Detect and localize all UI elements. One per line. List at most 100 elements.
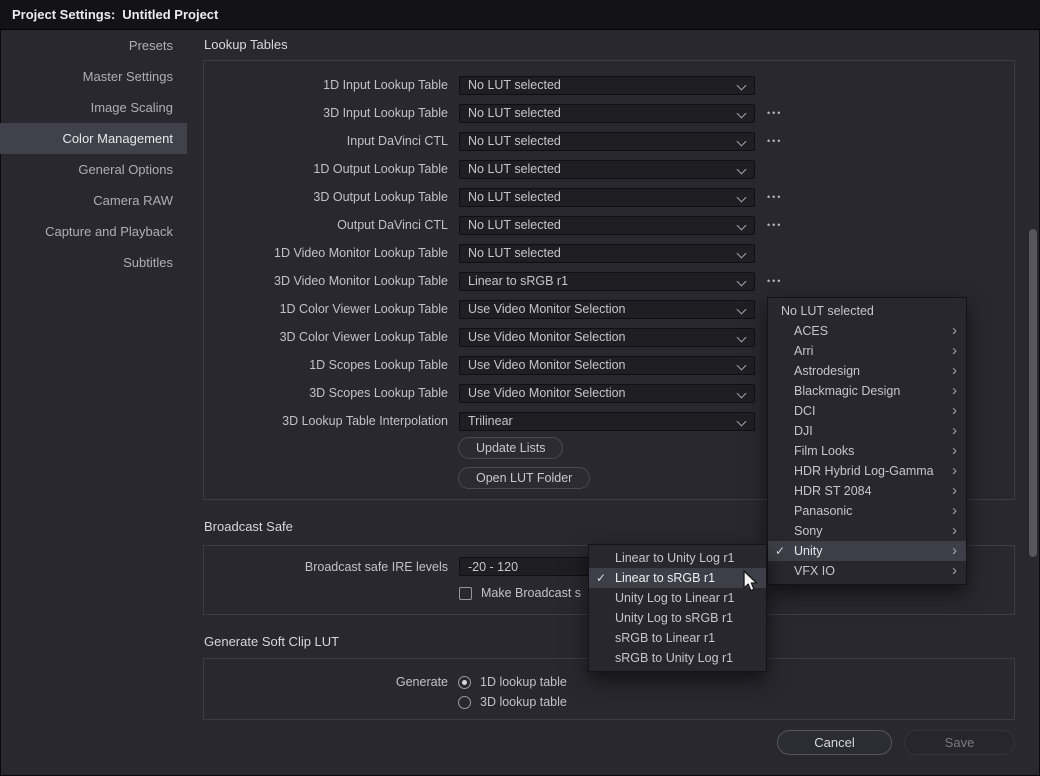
menu-item-hdr-st-2084[interactable]: HDR ST 2084 › [768,481,966,501]
dropdown-3d-video-monitor-lut[interactable]: Linear to sRGB r1 [459,272,755,291]
menu-item-unity[interactable]: ✓ Unity › [768,541,966,561]
more-options-button[interactable]: ••• [767,193,782,202]
update-lists-button[interactable]: Update Lists [458,437,563,459]
row-label: 3D Scopes Lookup Table [204,386,448,400]
cancel-button[interactable]: Cancel [777,730,892,755]
menu-item-label: VFX IO [794,564,835,578]
submenu-item-label: Linear to sRGB r1 [615,571,715,585]
menu-item-dji[interactable]: DJI › [768,421,966,441]
make-broadcast-safe-checkbox[interactable] [459,587,472,600]
dropdown-value: No LUT selected [468,162,561,176]
chevron-right-icon: › [952,322,957,339]
row-label: 3D Lookup Table Interpolation [204,414,448,428]
submenu-item-linear-to-srgb[interactable]: ✓ Linear to sRGB r1 [589,568,766,588]
dropdown-value: -20 - 120 [468,560,518,574]
menu-item-hdr-hybrid-log-gamma[interactable]: HDR Hybrid Log-Gamma › [768,461,966,481]
chevron-right-icon: › [952,482,957,499]
soft-clip-heading: Generate Soft Clip LUT [204,634,339,649]
chevron-right-icon: › [952,442,957,459]
dropdown-1d-input-lut[interactable]: No LUT selected [459,76,755,95]
lut-row-3d-output: 3D Output Lookup Table No LUT selected •… [204,183,1014,211]
dropdown-value: No LUT selected [468,190,561,204]
dropdown-3d-output-lut[interactable]: No LUT selected [459,188,755,207]
submenu-item-unity-log-to-srgb[interactable]: Unity Log to sRGB r1 [589,608,766,628]
lut-row-1d-input: 1D Input Lookup Table No LUT selected [204,71,1014,99]
more-options-button[interactable]: ••• [767,109,782,118]
radio-label: 1D lookup table [480,675,567,689]
sidebar-item-presets[interactable]: Presets [0,30,187,61]
lut-row-output-davinci-ctl: Output DaVinci CTL No LUT selected ••• [204,211,1014,239]
row-label: 3D Color Viewer Lookup Table [204,330,448,344]
dropdown-input-davinci-ctl[interactable]: No LUT selected [459,132,755,151]
chevron-down-icon [737,304,747,314]
row-label: 3D Input Lookup Table [204,106,448,120]
vertical-scrollbar-thumb[interactable] [1029,229,1037,557]
dropdown-1d-color-viewer-lut[interactable]: Use Video Monitor Selection [459,300,755,319]
dropdown-1d-scopes-lut[interactable]: Use Video Monitor Selection [459,356,755,375]
chevron-right-icon: › [952,402,957,419]
menu-item-label: HDR Hybrid Log-Gamma [794,464,934,478]
chevron-down-icon [737,108,747,118]
check-icon: ✓ [775,544,785,558]
chevron-down-icon [737,220,747,230]
more-options-button[interactable]: ••• [767,221,782,230]
settings-sidebar: Presets Master Settings Image Scaling Co… [0,30,187,776]
menu-item-sony[interactable]: Sony › [768,521,966,541]
menu-item-arri[interactable]: Arri › [768,341,966,361]
menu-item-film-looks[interactable]: Film Looks › [768,441,966,461]
row-label: Broadcast safe IRE levels [204,560,448,574]
lut-row-1d-video-monitor: 1D Video Monitor Lookup Table No LUT sel… [204,239,1014,267]
chevron-right-icon: › [952,342,957,359]
chevron-down-icon [737,360,747,370]
menu-item-aces[interactable]: ACES › [768,321,966,341]
menu-item-blackmagic-design[interactable]: Blackmagic Design › [768,381,966,401]
open-lut-folder-button[interactable]: Open LUT Folder [458,467,590,489]
menu-item-panasonic[interactable]: Panasonic › [768,501,966,521]
radio-label: 3D lookup table [480,695,567,709]
menu-item-dci[interactable]: DCI › [768,401,966,421]
dropdown-3d-input-lut[interactable]: No LUT selected [459,104,755,123]
sidebar-item-color-management[interactable]: Color Management [0,123,187,154]
sidebar-item-subtitles[interactable]: Subtitles [0,247,187,278]
dropdown-3d-lut-interpolation[interactable]: Trilinear [459,412,755,431]
row-label: Input DaVinci CTL [204,134,448,148]
submenu-item-unity-log-to-linear[interactable]: Unity Log to Linear r1 [589,588,766,608]
radio-row-1d: 1D lookup table [458,673,567,691]
chevron-down-icon [737,332,747,342]
radio-1d-lookup-table[interactable] [458,676,471,689]
chevron-right-icon: › [952,382,957,399]
sidebar-item-image-scaling[interactable]: Image Scaling [0,92,187,123]
dropdown-3d-color-viewer-lut[interactable]: Use Video Monitor Selection [459,328,755,347]
submenu-item-linear-to-unity-log[interactable]: Linear to Unity Log r1 [589,548,766,568]
sidebar-item-capture-and-playback[interactable]: Capture and Playback [0,216,187,247]
menu-item-no-lut-selected[interactable]: No LUT selected [768,301,966,321]
menu-item-label: Film Looks [794,444,854,458]
chevron-down-icon [737,136,747,146]
menu-item-astrodesign[interactable]: Astrodesign › [768,361,966,381]
dropdown-value: No LUT selected [468,134,561,148]
dropdown-1d-output-lut[interactable]: No LUT selected [459,160,755,179]
row-label: 1D Color Viewer Lookup Table [204,302,448,316]
dropdown-3d-scopes-lut[interactable]: Use Video Monitor Selection [459,384,755,403]
chevron-down-icon [737,80,747,90]
sidebar-item-general-options[interactable]: General Options [0,154,187,185]
unity-submenu: Linear to Unity Log r1 ✓ Linear to sRGB … [588,544,767,672]
dropdown-1d-video-monitor-lut[interactable]: No LUT selected [459,244,755,263]
submenu-item-srgb-to-unity-log[interactable]: sRGB to Unity Log r1 [589,648,766,668]
more-options-button[interactable]: ••• [767,277,782,286]
chevron-right-icon: › [952,462,957,479]
sidebar-item-master-settings[interactable]: Master Settings [0,61,187,92]
dropdown-value: Linear to sRGB r1 [468,274,568,288]
row-label: Output DaVinci CTL [204,218,448,232]
radio-3d-lookup-table[interactable] [458,696,471,709]
chevron-right-icon: › [952,522,957,539]
menu-item-vfx-io[interactable]: VFX IO › [768,561,966,581]
dropdown-output-davinci-ctl[interactable]: No LUT selected [459,216,755,235]
submenu-item-srgb-to-linear[interactable]: sRGB to Linear r1 [589,628,766,648]
menu-item-label: Arri [794,344,813,358]
dropdown-value: Use Video Monitor Selection [468,330,626,344]
sidebar-item-camera-raw[interactable]: Camera RAW [0,185,187,216]
more-options-button[interactable]: ••• [767,137,782,146]
save-button[interactable]: Save [904,730,1015,755]
checkbox-label: Make Broadcast s [481,586,581,600]
